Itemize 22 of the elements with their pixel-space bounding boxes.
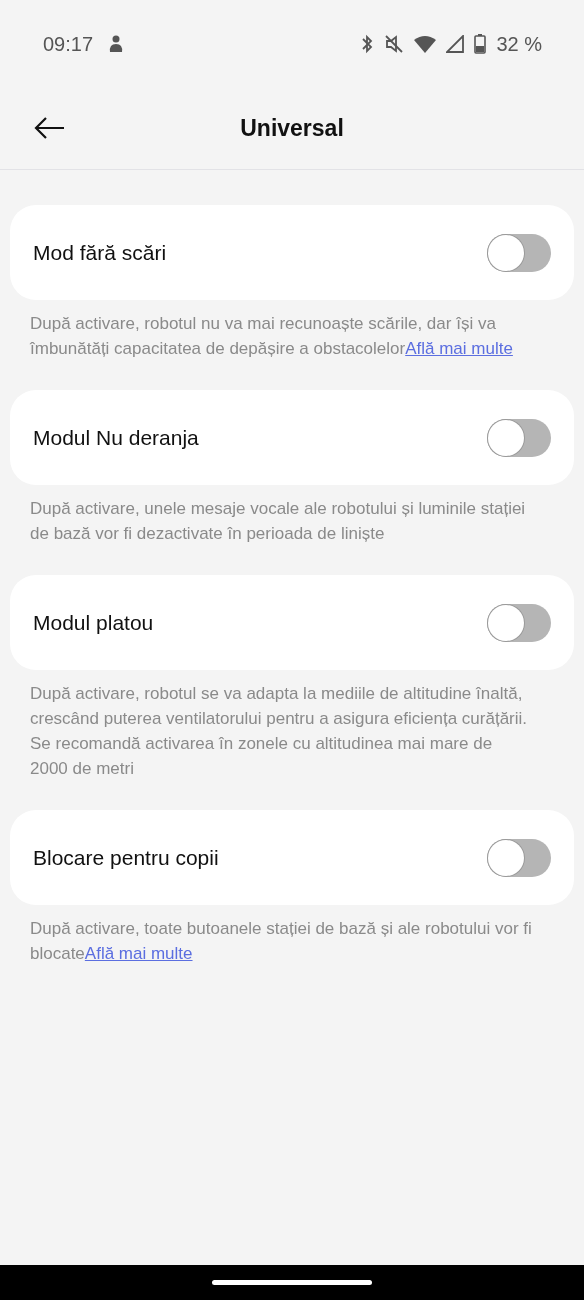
learn-more-link[interactable]: Află mai multe xyxy=(405,339,513,358)
setting-label: Modul Nu deranja xyxy=(33,425,200,450)
setting-description: După activare, unele mesaje vocale ale robotului și luminile stației de bază vor fi dezactivate în perioada de liniște xyxy=(30,498,527,545)
learn-more-link[interactable]: Află mai multe xyxy=(84,944,193,963)
battery-percent: 32 % xyxy=(496,32,542,56)
wifi-icon xyxy=(414,35,437,53)
setting-description: După activare, toate butoanele stației de bază și ale robotului vor fi blocateAflă mai multe xyxy=(30,918,533,965)
setting-label: Modul platou xyxy=(33,610,155,635)
page-title: Universal xyxy=(240,115,344,142)
setting-description: După activare, robotul se va adapta la mediile de altitudine înaltă, crescând puterea ventilatorului pentru a asigura eficiența curățării. Se recomandă activarea în zonele cu altitudinea mai mare de 2000 de metri xyxy=(30,683,529,780)
toggle-switch[interactable] xyxy=(487,838,551,877)
setting-label: Mod fără scări xyxy=(33,240,168,265)
setting-description: După activare, robotul nu va mai recunoaște scările, dar își va îmbunătăți capacitatea de depășire a obstacolelorAflă mai multe xyxy=(30,313,514,360)
signal-icon xyxy=(446,35,465,53)
muted-speaker-icon xyxy=(384,34,405,54)
battery-icon xyxy=(474,34,487,54)
toggle-switch[interactable] xyxy=(487,418,551,457)
status-time: 09:17 xyxy=(43,32,94,56)
toggle-switch[interactable] xyxy=(487,233,551,272)
toggle-switch[interactable] xyxy=(487,603,551,642)
setting-label: Blocare pentru copii xyxy=(33,845,220,870)
bluetooth-icon xyxy=(360,34,375,54)
